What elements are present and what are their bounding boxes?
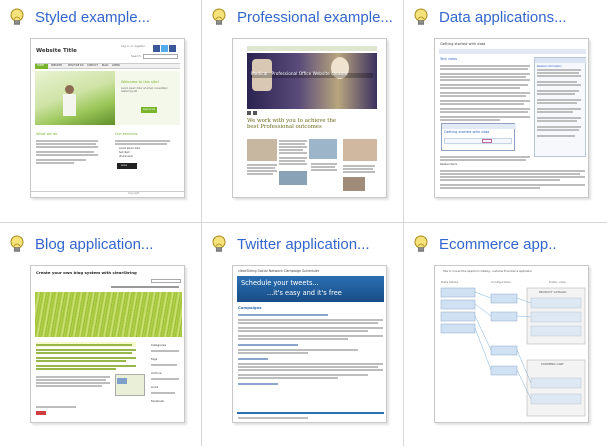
nav-item: HOME xyxy=(37,64,44,67)
thumb-sidebar-item: Categories xyxy=(151,343,167,347)
thumbnail-ecommerce-app[interactable]: How to connect the objects for Catalog -… xyxy=(434,265,589,423)
thumb-top-text: clearString Social Network Campaign Sche… xyxy=(238,269,320,273)
thumb-hero-panel: Welcome to this site! Lorem ipsum dolor … xyxy=(115,71,180,125)
thumb-banner-line1: Schedule your tweets... xyxy=(241,279,319,287)
thumb-heading: Getting started with data xyxy=(440,42,486,46)
tile-title-link[interactable]: Blog application... xyxy=(35,236,153,253)
thumb-more-button: MORE xyxy=(117,163,137,169)
thumb-section: Tech notes xyxy=(440,57,457,61)
thumbnail-professional-example[interactable]: Medical · Professional Office Website cr… xyxy=(232,38,387,198)
nav-item: SERVICES xyxy=(51,64,63,67)
lightbulb-icon xyxy=(414,235,428,252)
thumb-nav-bar: HOME SERVICES WHAT WE DO CONTACT BLOG AD… xyxy=(35,63,180,69)
thumb-sidebar-item: Archive xyxy=(151,371,162,375)
thumb-heading: Create your own blog system with clearSt… xyxy=(36,270,137,275)
thumb-catalog-title: PRODUCT CATALOG xyxy=(539,290,567,294)
tile-title-link[interactable]: Professional example... xyxy=(237,9,393,26)
thumb-site-title: Website Title xyxy=(36,48,77,54)
thumb-col2-title: Our services xyxy=(115,132,138,136)
thumb-hero-text: Lorem ipsum dolor sit amet, consectetur … xyxy=(121,87,168,93)
thumb-cart-title: SHOPPING CART xyxy=(541,362,564,366)
thumb-list-item: Ut wisi enim xyxy=(119,155,134,158)
thumb-top-nav xyxy=(247,46,377,51)
nav-item: BLOG xyxy=(102,64,109,67)
tile-professional-example: Professional example... Medical · Profes… xyxy=(202,0,404,223)
tile-header: Ecommerce app.. xyxy=(412,233,557,255)
thumb-hero-button-label: READ MORE xyxy=(143,108,156,111)
nav-item: WHAT WE DO xyxy=(68,64,84,67)
lightbulb-icon xyxy=(10,8,24,25)
thumb-grass-banner xyxy=(35,292,182,337)
thumb-banner-text: Medical · Professional Office Website cr… xyxy=(251,72,373,78)
thumb-more-button-label: MORE xyxy=(121,164,127,167)
thumb-section: Campaigns xyxy=(238,305,262,310)
tile-title-link[interactable]: Styled example... xyxy=(35,9,150,26)
tile-data-applications: Data applications... Getting started wit… xyxy=(404,0,607,223)
thumb-sidebar-item: Links xyxy=(151,385,159,389)
tile-blog-application: Blog application... Create your own blog… xyxy=(0,223,202,446)
thumb-welcome: Welcome to this site! xyxy=(121,80,159,84)
tile-title-link[interactable]: Twitter application... xyxy=(237,236,370,253)
tile-title-link[interactable]: Data applications... xyxy=(439,9,567,26)
thumb-hero-button: READ MORE xyxy=(141,107,157,113)
thumb-col1-title: What we do xyxy=(36,132,58,136)
tile-header: Blog application... xyxy=(8,233,153,255)
tile-styled-example: Styled example... Website Title Log in o… xyxy=(0,0,202,223)
thumb-search: Search xyxy=(131,54,141,58)
nav-item: ADMIN xyxy=(112,64,120,67)
thumbnail-styled-example[interactable]: Website Title Log in or register Search … xyxy=(30,38,185,198)
lightbulb-icon xyxy=(212,8,226,25)
thumb-dialog: Getting started with data xyxy=(441,123,516,151)
thumb-banner-line2: ...it's easy and it's free xyxy=(267,289,342,297)
tile-twitter-application: Twitter application... clearString Socia… xyxy=(202,223,404,446)
thumb-search-box xyxy=(143,54,178,59)
thumbnail-blog-application[interactable]: Create your own blog system with clearSt… xyxy=(30,265,185,423)
tile-header: Professional example... xyxy=(210,6,393,28)
nav-item: CONTACT xyxy=(87,64,98,67)
thumbnail-twitter-application[interactable]: clearString Social Network Campaign Sche… xyxy=(232,265,387,423)
thumb-dialog-title: Getting started with data xyxy=(444,130,490,134)
tile-header: Twitter application... xyxy=(210,233,370,255)
thumb-sidebar-item: Facebook xyxy=(151,399,165,403)
thumb-sidebar-item: Tags xyxy=(151,357,158,361)
tile-header: Styled example... xyxy=(8,6,150,28)
lightbulb-icon xyxy=(212,235,226,252)
thumb-footer-title: Related items xyxy=(440,163,458,166)
tile-ecommerce-app: Ecommerce app.. How to connect the objec… xyxy=(404,223,607,446)
thumb-hero-image xyxy=(35,71,115,125)
thumb-banner: Schedule your tweets... ...it's easy and… xyxy=(237,276,384,302)
thumb-headline: We work with you to achieve the best Pro… xyxy=(247,118,337,130)
tile-title-link[interactable]: Ecommerce app.. xyxy=(439,236,557,253)
thumb-banner: Medical · Professional Office Website cr… xyxy=(247,53,377,109)
thumb-footer: Copyright xyxy=(128,192,140,195)
examples-grid: Styled example... Website Title Log in o… xyxy=(0,0,607,446)
tile-header: Data applications... xyxy=(412,6,567,28)
lightbulb-icon xyxy=(10,235,24,252)
lightbulb-icon xyxy=(414,8,428,25)
thumbnail-data-applications[interactable]: Getting started with data Tech notes Rel… xyxy=(434,38,589,198)
thumb-login: Log in or register xyxy=(121,44,145,48)
